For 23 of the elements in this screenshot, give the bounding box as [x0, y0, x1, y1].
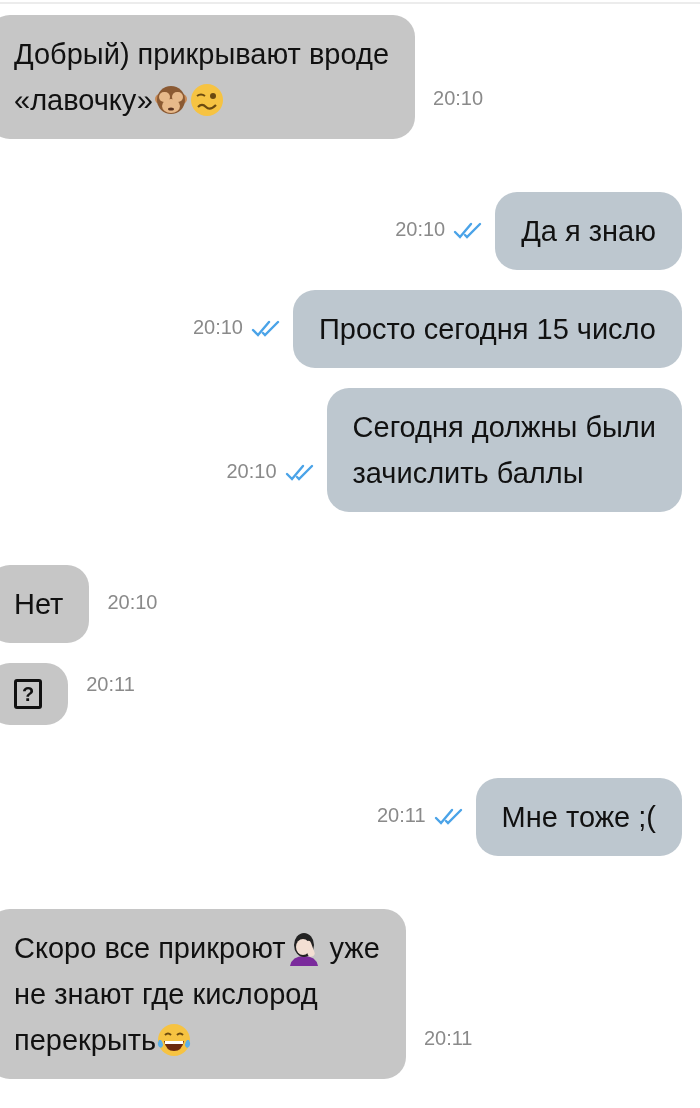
unknown-symbol: ? [14, 679, 43, 709]
message-time: 20:10 [226, 459, 277, 484]
message-text: Скоро все прикроют [14, 931, 286, 966]
message-time: 20:10 [395, 217, 446, 242]
message-time: 20:11 [86, 672, 135, 697]
message-time: 20:11 [377, 803, 426, 828]
message-text: Да я знаю [521, 214, 656, 249]
message-time: 20:11 [423, 1026, 473, 1051]
message-time: 20:10 [107, 590, 158, 615]
message-text: Нет [14, 587, 64, 622]
message-text: «лавочку» [14, 83, 153, 118]
laughing-face-icon [156, 1022, 193, 1058]
message-text: уже [329, 931, 380, 966]
message-text: Сегодня должны были [352, 410, 656, 445]
message-text: Мне тоже ;( [501, 800, 656, 835]
message-text: Добрый) прикрывают вроде [14, 37, 390, 72]
message-time: 20:10 [433, 86, 484, 111]
message-text: Просто сегодня 15 число [319, 312, 656, 347]
woozy-face-icon [188, 82, 225, 118]
message-time: 20:10 [192, 315, 243, 340]
message-text: не знают где кислород [14, 977, 318, 1012]
message-text: перекрыть [14, 1023, 157, 1058]
message-text: зачислить баллы [352, 456, 584, 491]
